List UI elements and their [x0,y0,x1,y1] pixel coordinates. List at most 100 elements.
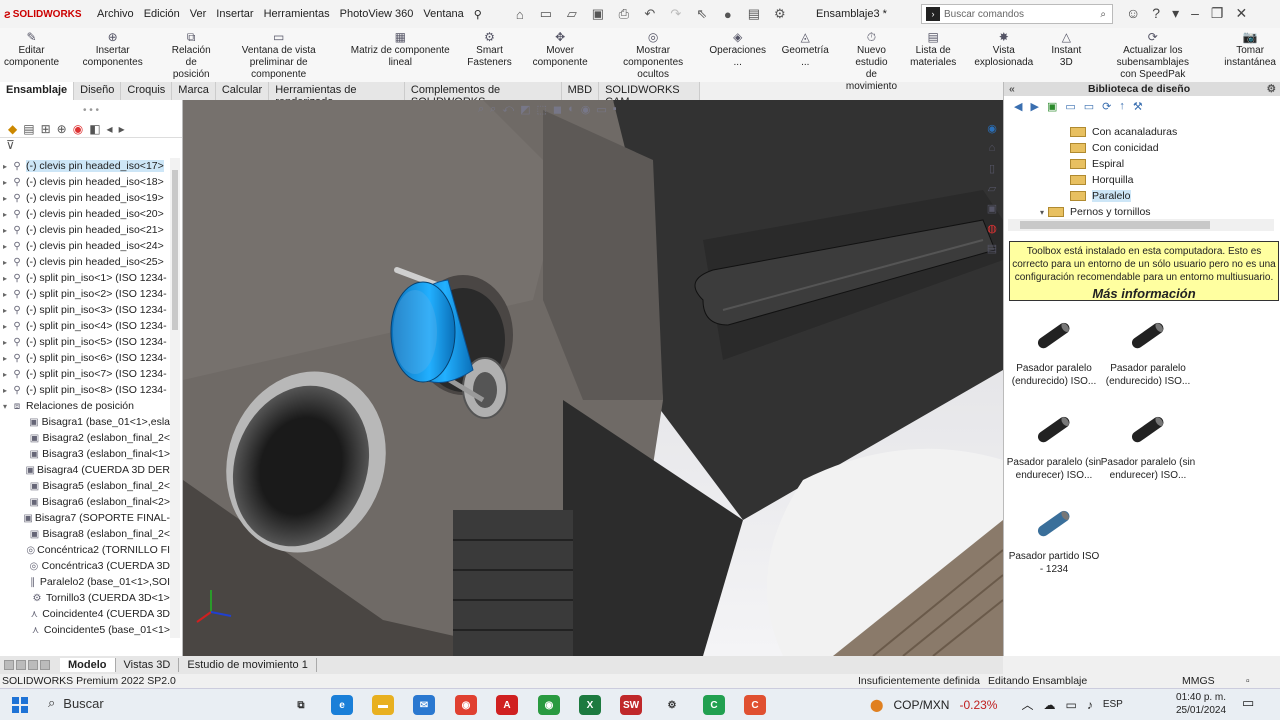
new-icon[interactable]: ▭ [535,4,557,24]
library-part[interactable]: Pasador paralelo (endurecido) ISO... [1100,310,1196,388]
menu-item[interactable]: PhotoView 360 [335,8,419,21]
tree-scrollbar[interactable] [170,158,180,638]
currency-ticker[interactable]: COP/MXN [893,698,949,712]
tree-item[interactable]: ▸ ⚲ (-) split pin_iso<8> (ISO 1234- [0,382,170,398]
chrome-icon[interactable]: ◉ [455,695,477,715]
home-icon[interactable]: ⌂ [509,4,531,24]
ribbon-button[interactable]: △ Instant 3D [1047,28,1085,71]
toolbox-icon[interactable]: ⚒ [1133,100,1143,113]
acrobat-icon[interactable]: A [496,695,518,715]
expand-arrow-icon[interactable]: ▸ [0,274,10,283]
volume-icon[interactable]: ♪ [1087,698,1093,712]
menu-item[interactable]: Herramientas [259,8,335,21]
tree-item[interactable]: ▣ Bisagra7 (SOPORTE FINAL- [0,510,170,526]
expand-arrow-icon[interactable]: ▸ [0,322,10,331]
pin-icon[interactable]: ⚙ [1267,82,1276,96]
expand-arrow-icon[interactable]: ▸ [0,290,10,299]
design-library-icon[interactable]: ⌂ [984,140,1000,156]
tree-item[interactable]: ▸ ⚲ (-) split pin_iso<5> (ISO 1234- [0,334,170,350]
expand-arrow-icon[interactable]: ▸ [0,306,10,315]
view-orientation-icon[interactable]: ⬚ [537,103,547,116]
property-manager-icon[interactable]: ▤ [23,122,34,136]
ribbon-button[interactable]: ◎ Mostrar componentes ocultos [605,28,702,83]
menu-item[interactable]: Insertar [211,8,258,21]
tab-dise-o[interactable]: Diseño [74,82,122,100]
add-location-icon[interactable]: ▭ [1065,100,1075,113]
minimize-icon[interactable]: – [1191,5,1199,22]
tab-marca[interactable]: Marca [172,82,216,100]
expand-arrow-icon[interactable]: ▸ [0,338,10,347]
cam-icon[interactable]: ◧ [89,122,100,136]
tree-item[interactable]: ▣ Bisagra2 (eslabon_final_2< [0,430,170,446]
3d-model-view[interactable] [183,100,1003,656]
collapse-icon[interactable]: ▾ [1172,5,1179,22]
ribbon-button[interactable]: ⧉ Relación de posición [162,28,220,83]
resources-icon[interactable]: ◉ [984,120,1000,136]
tree-item[interactable]: ▸ ⚲ (-) split pin_iso<4> (ISO 1234- [0,318,170,334]
undo-icon[interactable]: ↶ [639,4,661,24]
library-folder[interactable]: Con conicidad [1004,140,1274,156]
new-folder-icon[interactable]: ▭ [1084,100,1094,113]
settings-icon[interactable]: ⚙ [661,695,683,715]
tree-item[interactable]: ▸ ⚲ (-) clevis pin headed_iso<24> [0,238,170,254]
redo-icon[interactable]: ↷ [665,4,687,24]
ribbon-button[interactable]: ▭ Ventana de vista preliminar de componen… [220,28,337,83]
chrome-profile-icon[interactable]: ◉ [538,695,560,715]
expand-arrow-icon[interactable]: ▸ [0,242,10,251]
expand-arrow-icon[interactable]: ▾ [0,402,10,411]
expand-arrow-icon[interactable]: ▸ [0,178,10,187]
user-icon[interactable]: ☺ [1126,5,1140,22]
bottom-tab[interactable]: Vistas 3D [116,658,180,672]
tree-item[interactable]: ◎ Concéntrica3 (CUERDA 3D [0,558,170,574]
panel-handle[interactable]: • • • [0,100,182,120]
tree-item[interactable]: ▣ Bisagra3 (eslabon_final<1> [0,446,170,462]
feature-tree-icon[interactable]: ◆ [8,122,17,136]
tab-mbd[interactable]: MBD [562,82,600,100]
ribbon-button[interactable]: ⟳ Actualizar los subensamblajes con Speed… [1085,28,1220,83]
add-to-library-icon[interactable]: ▣ [1047,100,1057,113]
print-icon[interactable]: ⎙ [613,4,635,24]
camtasia-recorder-icon[interactable]: C [744,695,766,715]
search-icon[interactable]: ⌕ [1100,9,1106,20]
menu-item[interactable]: Archivo [92,8,139,21]
library-part[interactable]: Pasador paralelo (endurecido) ISO... [1006,310,1102,388]
expand-arrow-icon[interactable]: ▸ [0,194,10,203]
ribbon-button[interactable]: ▦ Matriz de componente lineal [337,28,463,71]
open-icon[interactable]: ▱ [561,4,583,24]
tree-item[interactable]: ▸ ⚲ (-) split pin_iso<3> (ISO 1234- [0,302,170,318]
tree-item[interactable]: ⋏ Coincidente4 (CUERDA 3D [0,606,170,622]
menu-item[interactable]: Ventana [418,8,468,21]
bottom-tab[interactable]: Estudio de movimiento 1 [179,658,317,672]
mail-icon[interactable]: ✉ [413,695,435,715]
expand-arrow-icon[interactable]: ▸ [0,354,10,363]
tree-item[interactable]: ▸ ⚲ (-) split pin_iso<6> (ISO 1234- [0,350,170,366]
pin-menu-icon[interactable]: ⚲ [469,8,487,21]
ribbon-button[interactable]: ⊕ Insertar componentes [63,28,162,71]
tab-complementos-de-solidworks[interactable]: Complementos de SOLIDWORKS [405,82,562,108]
custom-properties-icon[interactable]: ▤ [984,240,1000,256]
tree-item[interactable]: ▸ ⚲ (-) clevis pin headed_iso<21> [0,222,170,238]
camtasia-icon[interactable]: C [703,695,725,715]
rebuild-icon[interactable]: ● [717,4,739,24]
tab-solidworks-cam[interactable]: SOLIDWORKS CAM [599,82,700,108]
appearances-icon[interactable]: ◍ [984,220,1000,236]
restore-icon[interactable]: ❐ [1211,5,1224,22]
tab-navigation[interactable] [0,660,50,670]
start-button[interactable] [12,697,28,713]
ribbon-button[interactable]: ◬ Geometría ... [774,28,837,71]
tab-herramientas-de-renderizado[interactable]: Herramientas de renderizado [269,82,405,108]
ribbon-button[interactable]: ✎ Editar componente [0,28,63,71]
library-hscroll[interactable] [1008,219,1274,231]
library-folder[interactable]: Paralelo [1004,188,1274,204]
dimxpert-icon[interactable]: ⊕ [57,122,67,136]
tree-item[interactable]: ▸ ⚲ (-) clevis pin headed_iso<18> [0,174,170,190]
view-palette-icon[interactable]: ▣ [984,200,1000,216]
filter-icon[interactable]: ⊽ [0,138,182,156]
tray-expand-icon[interactable]: ︿ [1021,696,1033,713]
expand-arrow-icon[interactable]: ▸ [0,258,10,267]
ribbon-button[interactable]: ✥ Mover componente [516,28,605,71]
tree-item[interactable]: ◎ Concéntrica2 (TORNILLO FI [0,542,170,558]
select-icon[interactable]: ⇖ [691,4,713,24]
view-settings-icon[interactable]: ▪ [613,103,617,116]
expand-arrow-icon[interactable]: ▸ [0,210,10,219]
